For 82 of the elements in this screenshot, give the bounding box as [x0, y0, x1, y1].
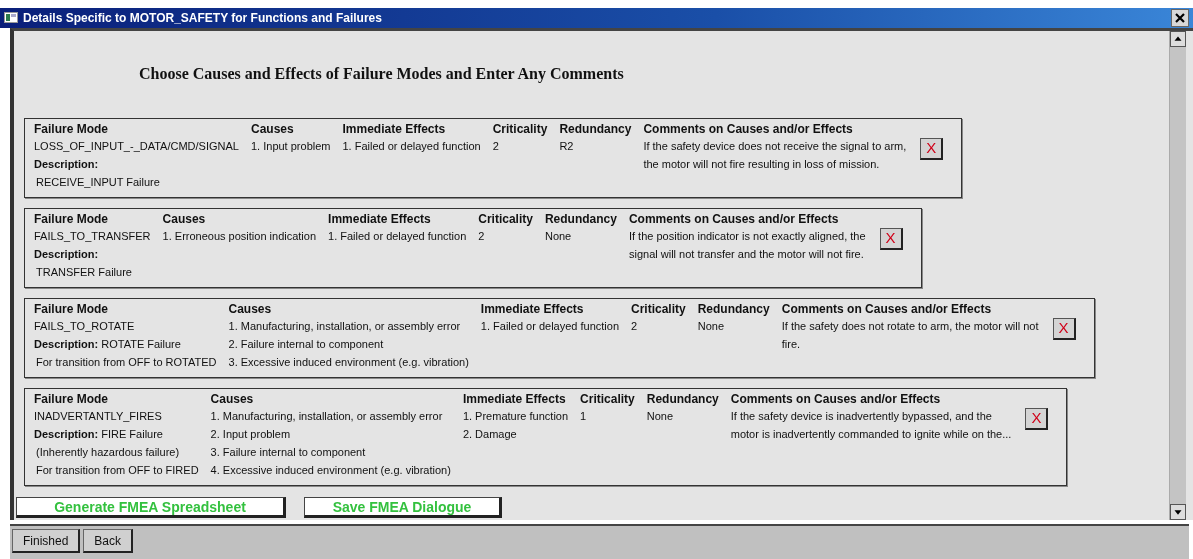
column-header: Failure Mode — [34, 121, 109, 137]
cell-text: 1. Manufacturing, installation, or assembly error — [228, 318, 462, 334]
cell-text: 1. Input problem — [251, 138, 331, 154]
cell-text: 2 — [631, 318, 639, 334]
comment-text: the motor will not fire resulting in loss of mission. — [643, 156, 881, 172]
failure-mode-name: LOSS_OF_INPUT_-_DATA/CMD/SIGNAL — [34, 138, 239, 154]
cell-text: 1 — [580, 408, 588, 424]
footer-button[interactable]: Back — [83, 529, 134, 554]
cell-text: 4. Excessive induced environment (e.g. vibration) — [210, 462, 451, 478]
description-text: Description: — [34, 246, 100, 262]
cell-text: 1. Failed or delayed function — [342, 138, 481, 154]
description-text: (Inherently hazardous failure) — [35, 444, 181, 460]
cell-text: 1. Failed or delayed function — [328, 228, 467, 244]
scroll-down-icon[interactable] — [1170, 504, 1186, 521]
column-header: Immediate Effects — [480, 301, 585, 317]
column-header: Redundancy — [697, 301, 770, 317]
cell-text: 3. Failure internal to component — [210, 444, 367, 460]
comment-text: If the safety does not rotate to arm, the motor will not — [781, 318, 1039, 334]
comment-text: If the safety device is inadvertently bypassed, and the — [730, 408, 993, 424]
column-header: Immediate Effects — [462, 391, 567, 407]
description-text: Description: FIRE Failure — [34, 426, 164, 442]
cell-text: 1. Premature function — [462, 408, 569, 424]
cell-text: R2 — [559, 138, 575, 154]
comment-text: If the safety device does not receive the signal to arm, — [643, 138, 907, 154]
window-icon — [4, 12, 18, 24]
cell-text: 2. Failure internal to component — [228, 336, 385, 352]
remove-button[interactable]: X — [879, 227, 903, 250]
description-text: For transition from OFF to FIRED — [35, 462, 199, 478]
scrollbar[interactable] — [1169, 30, 1186, 521]
column-header: Criticality — [631, 301, 686, 317]
remove-button[interactable]: X — [920, 137, 944, 160]
column-header: Immediate Effects — [328, 211, 432, 227]
comment-text: fire. — [781, 336, 802, 352]
comment-text: If the position indicator is not exactly aligned, the — [628, 228, 866, 244]
column-header: Causes — [228, 301, 273, 317]
page-heading: Choose Causes and Effects of Failure Modes and Enter Any Comments — [139, 64, 625, 83]
failure-mode-name: FAILS_TO_TRANSFER — [34, 228, 151, 244]
action-button[interactable]: Generate FMEA Spreadsheet — [16, 497, 286, 519]
failure-mode-name: FAILS_TO_ROTATE — [34, 318, 136, 334]
cell-text: 2 — [478, 228, 486, 244]
column-header: Causes — [162, 211, 207, 227]
cell-text: None — [544, 228, 573, 244]
description-text: Description: ROTATE Failure — [34, 336, 182, 352]
column-header: Redundancy — [544, 211, 617, 227]
column-header: Failure Mode — [34, 301, 109, 317]
cell-text: 1. Erroneous position indication — [162, 228, 317, 244]
column-header: Criticality — [492, 121, 548, 137]
column-header: Failure Mode — [34, 211, 109, 227]
column-header: Causes — [251, 121, 295, 137]
column-header: Comments on Causes and/or Effects — [730, 391, 942, 407]
failure-mode-name: INADVERTANTLY_FIRES — [34, 408, 163, 424]
cell-text: None — [697, 318, 725, 334]
column-header: Criticality — [580, 391, 635, 407]
cell-text: 1. Failed or delayed function — [480, 318, 619, 334]
cell-text: 3. Excessive induced environment (e.g. vibration) — [228, 354, 469, 370]
column-header: Redundancy — [559, 121, 632, 137]
description-text: For transition from OFF to ROTATED — [35, 354, 217, 370]
remove-button[interactable]: X — [1025, 407, 1049, 430]
window-title: Details Specific to MOTOR_SAFETY for Functions and Failures — [23, 11, 383, 25]
close-icon[interactable] — [1171, 9, 1189, 27]
column-header: Immediate Effects — [342, 121, 447, 137]
cell-text: 2 — [492, 138, 500, 154]
column-header: Comments on Causes and/or Effects — [628, 211, 840, 227]
column-header: Comments on Causes and/or Effects — [643, 121, 854, 137]
comment-text: signal will not transfer and the motor will not fire. — [628, 246, 865, 262]
footer-button[interactable]: Finished — [12, 529, 81, 554]
column-header: Criticality — [478, 211, 533, 227]
description-text: RECEIVE_INPUT Failure — [35, 174, 161, 190]
comment-text: motor is inadvertently commanded to ignite while on the... — [730, 426, 1012, 442]
column-header: Comments on Causes and/or Effects — [781, 301, 993, 317]
remove-button[interactable]: X — [1052, 317, 1076, 340]
scroll-up-icon[interactable] — [1170, 30, 1186, 47]
description-text: TRANSFER Failure — [35, 264, 133, 280]
column-header: Redundancy — [646, 391, 719, 407]
column-header: Causes — [210, 391, 255, 407]
description-text: Description: — [34, 156, 100, 172]
cell-text: None — [646, 408, 675, 424]
cell-text: 1. Manufacturing, installation, or assembly error — [210, 408, 444, 424]
action-button[interactable]: Save FMEA Dialogue — [304, 497, 502, 519]
column-header: Failure Mode — [34, 391, 109, 407]
cell-text: 2. Input problem — [210, 426, 292, 442]
cell-text: 2. Damage — [462, 426, 518, 442]
